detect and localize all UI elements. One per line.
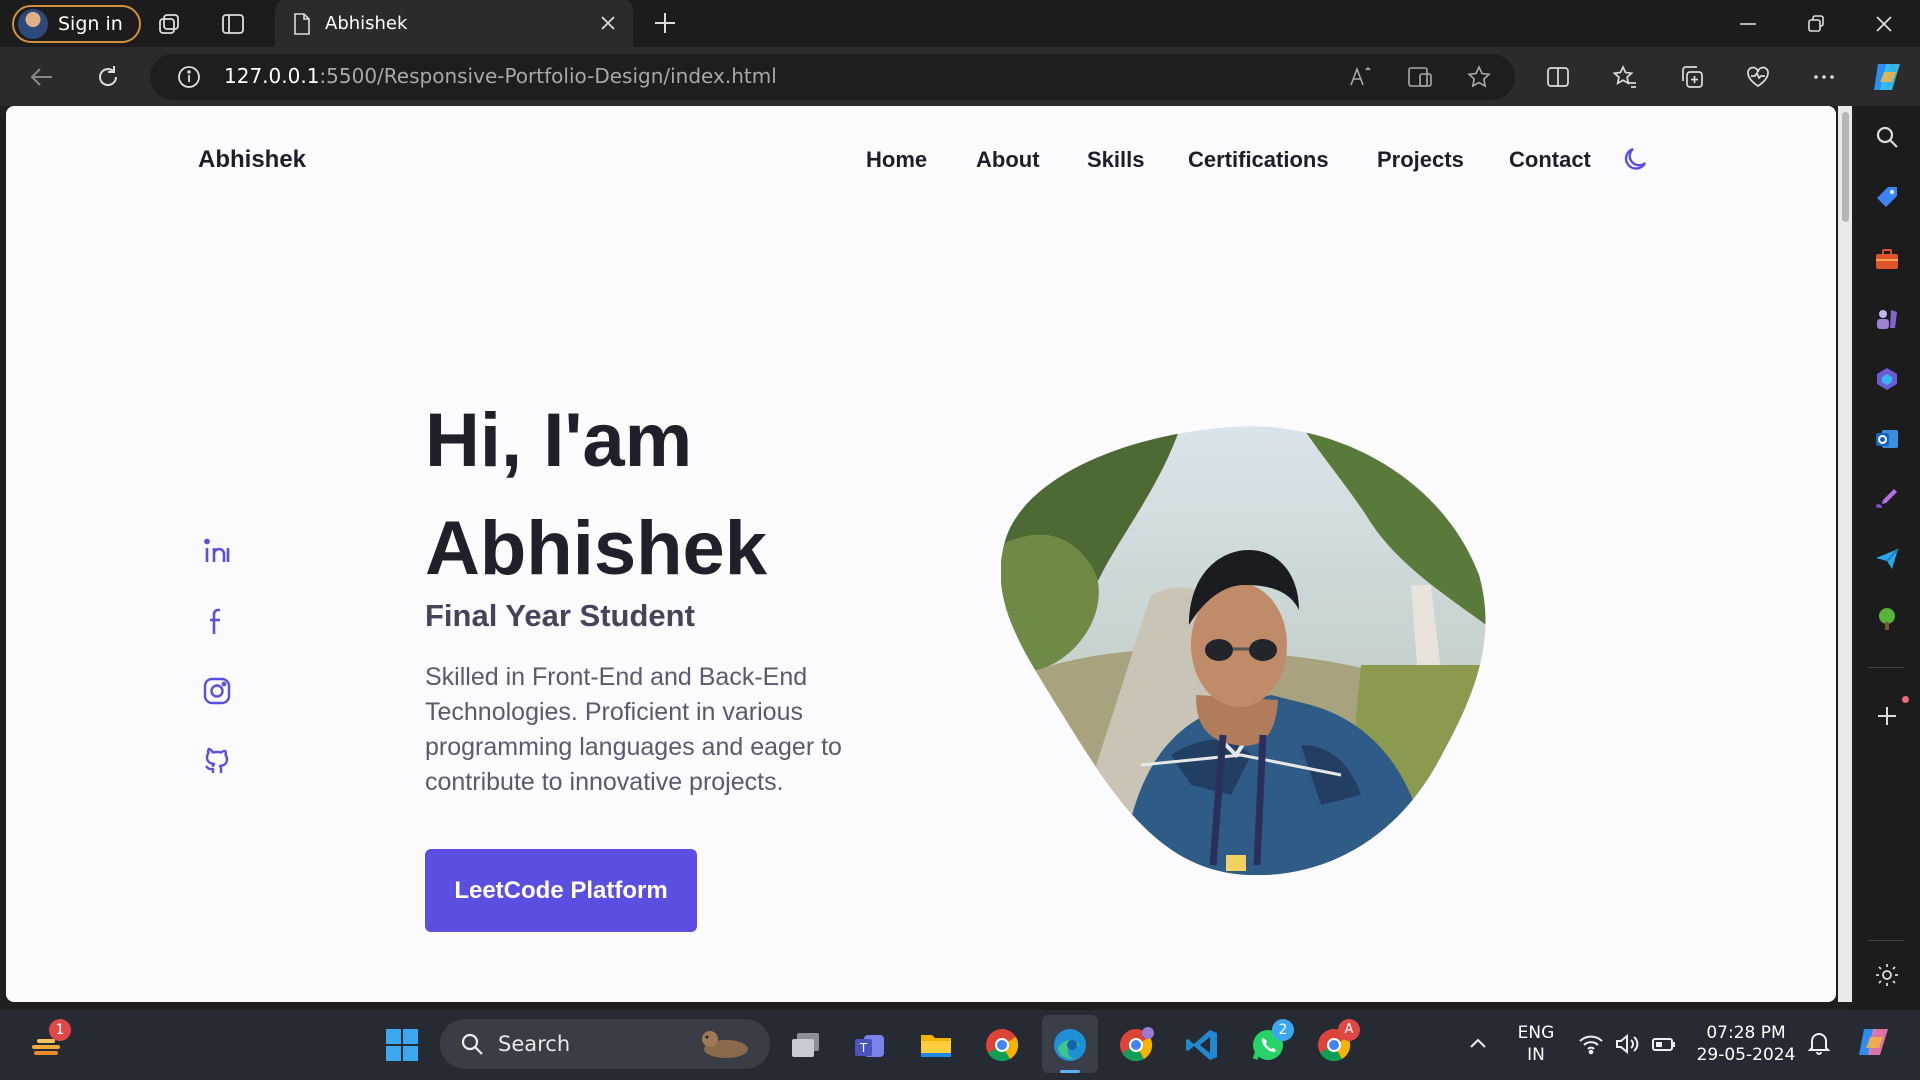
close-tab-icon[interactable]: [597, 12, 619, 34]
sidebar-settings-icon[interactable]: [1874, 962, 1900, 988]
language-code: ENG: [1517, 1023, 1555, 1043]
task-view-icon[interactable]: [788, 1027, 824, 1063]
send-icon[interactable]: [1874, 546, 1900, 572]
hero-name: Abhishek: [425, 506, 768, 591]
active-app-indicator: [1060, 1070, 1080, 1073]
hero-greeting: Hi, I'am: [425, 398, 693, 483]
games-icon[interactable]: [1874, 306, 1900, 332]
clock-time: 07:28 PM: [1706, 1023, 1786, 1043]
nav-contact[interactable]: Contact: [1509, 147, 1591, 173]
wifi-icon[interactable]: [1578, 1032, 1604, 1056]
back-icon[interactable]: [28, 63, 56, 91]
site-info-icon[interactable]: [176, 64, 202, 90]
facebook-icon[interactable]: [204, 606, 230, 636]
sidebar-divider: [1868, 667, 1904, 668]
restore-button[interactable]: [1804, 12, 1828, 36]
tab-active[interactable]: Abhishek: [275, 0, 633, 47]
designer-icon[interactable]: [1874, 486, 1900, 512]
new-tab-button[interactable]: [652, 10, 678, 36]
shopping-tag-icon[interactable]: [1874, 184, 1900, 210]
volume-icon[interactable]: [1614, 1032, 1640, 1056]
portfolio-page: Abhishek Home About Skills Certification…: [6, 106, 1836, 1002]
sidebar-divider: [1868, 940, 1904, 941]
page-scrollbar[interactable]: [1838, 106, 1852, 1002]
add-sidebar-app-icon[interactable]: [1874, 703, 1900, 729]
linkedin-icon[interactable]: [202, 536, 232, 566]
nav-about[interactable]: About: [976, 147, 1040, 173]
nav-skills[interactable]: Skills: [1087, 147, 1144, 173]
url-text[interactable]: 127.0.0.1:5500/Responsive-Portfolio-Desi…: [224, 64, 777, 88]
notification-bell-icon[interactable]: [1806, 1030, 1832, 1056]
outlook-icon[interactable]: [1874, 426, 1900, 452]
tree-icon[interactable]: [1874, 606, 1900, 632]
favorites-icon[interactable]: [1612, 64, 1638, 90]
vscode-icon[interactable]: [1184, 1027, 1220, 1063]
split-screen-icon[interactable]: [1545, 64, 1571, 90]
workspaces-icon[interactable]: [155, 10, 183, 38]
copilot-preview-icon[interactable]: [1856, 1024, 1894, 1062]
teams-icon[interactable]: T: [852, 1027, 888, 1063]
immersive-reader-icon[interactable]: [1407, 64, 1433, 90]
svg-text:T: T: [859, 1041, 868, 1055]
edge-icon[interactable]: [1052, 1027, 1088, 1063]
notification-dot: [1902, 696, 1909, 703]
hero-role: Final Year Student: [425, 598, 695, 633]
battery-icon[interactable]: [1651, 1032, 1677, 1056]
browser-essentials-icon[interactable]: [1745, 64, 1771, 90]
instagram-icon[interactable]: [202, 676, 232, 706]
search-placeholder: Search: [498, 1032, 571, 1056]
otter-illustration-icon: [696, 1025, 756, 1063]
url-path: :5500/Responsive-Portfolio-Design/index.…: [319, 64, 777, 88]
clock-date: 29-05-2024: [1696, 1045, 1796, 1065]
nav-projects[interactable]: Projects: [1377, 147, 1464, 173]
chrome-profile-icon[interactable]: [1118, 1027, 1154, 1063]
theme-toggle-moon-icon[interactable]: [1621, 144, 1651, 174]
url-host: 127.0.0.1: [224, 64, 320, 88]
file-explorer-icon[interactable]: [918, 1027, 954, 1063]
site-logo[interactable]: Abhishek: [198, 146, 306, 174]
minimize-button[interactable]: [1736, 12, 1760, 36]
show-hidden-icons-chevron-icon[interactable]: [1466, 1032, 1490, 1056]
copilot-icon[interactable]: [1870, 60, 1904, 94]
nav-certifications[interactable]: Certifications: [1188, 147, 1329, 173]
sidebar-search-icon[interactable]: [1874, 124, 1900, 150]
avatar: [18, 9, 48, 39]
favorite-star-icon[interactable]: [1466, 64, 1492, 90]
tab-title: Abhishek: [325, 13, 408, 34]
whatsapp-badge: 2: [1272, 1019, 1294, 1041]
page-icon: [293, 12, 311, 35]
close-window-button[interactable]: [1872, 12, 1896, 36]
sign-in-label: Sign in: [58, 13, 123, 35]
tab-actions-icon[interactable]: [219, 10, 247, 38]
copilot-m365-icon[interactable]: [1874, 366, 1900, 392]
system-clock[interactable]: 07:28 PM 29-05-2024: [1696, 1022, 1796, 1066]
profile-photo: [1001, 425, 1486, 875]
tools-briefcase-icon[interactable]: [1874, 246, 1900, 272]
search-icon: [460, 1032, 484, 1056]
widgets-badge: 1: [49, 1019, 71, 1041]
refresh-icon[interactable]: [94, 63, 122, 91]
sign-in-button[interactable]: Sign in: [12, 5, 141, 43]
more-options-icon[interactable]: [1811, 64, 1837, 90]
taskbar-search-box[interactable]: Search: [440, 1019, 770, 1069]
leetcode-button[interactable]: LeetCode Platform: [425, 849, 697, 932]
chrome-app-badge: A: [1338, 1019, 1360, 1041]
language-indicator[interactable]: ENG IN: [1516, 1022, 1556, 1066]
windows-start-icon[interactable]: [384, 1027, 420, 1063]
hero-description: Skilled in Front-End and Back-End Techno…: [425, 663, 842, 796]
scrollbar-thumb[interactable]: [1842, 112, 1849, 222]
chrome-icon[interactable]: [984, 1027, 1020, 1063]
collections-icon[interactable]: [1679, 64, 1705, 90]
nav-home[interactable]: Home: [866, 147, 927, 173]
read-aloud-icon[interactable]: [1348, 64, 1374, 90]
github-icon[interactable]: [202, 746, 232, 776]
region-code: IN: [1527, 1045, 1545, 1065]
